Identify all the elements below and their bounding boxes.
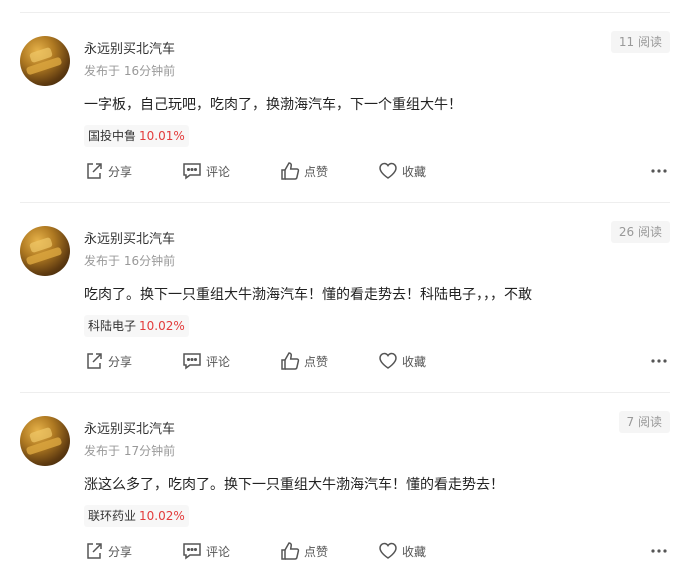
username[interactable]: 永远别买北汽车: [84, 418, 175, 437]
share-icon: [87, 353, 102, 369]
favorite-label: 收藏: [402, 354, 427, 369]
like-label: 点赞: [304, 354, 329, 369]
share-icon: [87, 543, 102, 559]
stock-change: 10.01%: [139, 129, 185, 143]
thumbs-up-icon: [281, 352, 300, 370]
thumbs-up-icon: [281, 162, 300, 180]
stock-tag[interactable]: 国投中鲁 10.01%: [84, 125, 189, 147]
stock-change: 10.02%: [139, 509, 185, 523]
more-options-icon[interactable]: [650, 162, 668, 180]
action-bar: 分享 评论 点赞 收藏: [84, 350, 670, 372]
like-label: 点赞: [304, 164, 329, 179]
comment-label: 评论: [206, 544, 231, 559]
comment-label: 评论: [206, 164, 231, 179]
action-bar: 分享 评论 点赞 收藏: [84, 540, 670, 562]
username[interactable]: 永远别买北汽车: [84, 228, 175, 247]
read-count-badge: 11 阅读: [610, 31, 670, 53]
like-button[interactable]: 点赞: [280, 350, 328, 372]
comment-button[interactable]: 评论: [182, 350, 230, 372]
thumbs-up-icon: [281, 542, 300, 560]
comment-button[interactable]: 评论: [182, 160, 230, 182]
more-options-icon[interactable]: [650, 352, 668, 370]
like-label: 点赞: [304, 544, 329, 559]
heart-icon: [379, 352, 397, 369]
avatar[interactable]: [20, 416, 70, 466]
comment-icon: [183, 353, 201, 370]
post-content[interactable]: 一字板，自己玩吧，吃肉了，换渤海汽车，下一个重组大牛！: [84, 94, 462, 114]
post-time: 发布于 16分钟前: [84, 254, 176, 268]
like-button[interactable]: 点赞: [280, 540, 328, 562]
avatar[interactable]: [20, 36, 70, 86]
stock-tag[interactable]: 联环药业 10.02%: [84, 505, 189, 527]
post-item: 永远别买北汽车 发布于 16分钟前 11 阅读 一字板，自己玩吧，吃肉了，换渤海…: [20, 13, 670, 203]
like-button[interactable]: 点赞: [280, 160, 328, 182]
favorite-button[interactable]: 收藏: [378, 160, 426, 182]
stock-name: 联环药业: [88, 509, 137, 523]
comment-label: 评论: [206, 354, 231, 369]
read-count-badge: 26 阅读: [610, 221, 670, 243]
share-label: 分享: [108, 354, 133, 369]
action-bar: 分享 评论 点赞 收藏: [84, 160, 670, 182]
share-button[interactable]: 分享: [84, 540, 132, 562]
post-time: 发布于 17分钟前: [84, 444, 176, 458]
more-options-icon[interactable]: [650, 542, 668, 560]
favorite-button[interactable]: 收藏: [378, 350, 426, 372]
comment-icon: [183, 163, 201, 180]
avatar[interactable]: [20, 226, 70, 276]
favorite-button[interactable]: 收藏: [378, 540, 426, 562]
stock-change: 10.02%: [139, 319, 185, 333]
heart-icon: [379, 162, 397, 179]
share-label: 分享: [108, 544, 133, 559]
share-icon: [87, 163, 102, 179]
comment-icon: [183, 543, 201, 560]
share-button[interactable]: 分享: [84, 160, 132, 182]
post-item: 永远别买北汽车 发布于 16分钟前 26 阅读 吃肉了。换下一只重组大牛渤海汽车…: [20, 203, 670, 393]
post-item: 永远别买北汽车 发布于 17分钟前 7 阅读 涨这么多了，吃肉了。换下一只重组大…: [20, 393, 670, 583]
share-label: 分享: [108, 164, 133, 179]
favorite-label: 收藏: [402, 544, 427, 559]
share-button[interactable]: 分享: [84, 350, 132, 372]
post-time: 发布于 16分钟前: [84, 64, 176, 78]
stock-name: 科陆电子: [88, 319, 137, 333]
heart-icon: [379, 542, 397, 559]
post-content[interactable]: 涨这么多了，吃肉了。换下一只重组大牛渤海汽车！懂的看走势去！: [84, 474, 504, 494]
stock-tag[interactable]: 科陆电子 10.02%: [84, 315, 189, 337]
comment-button[interactable]: 评论: [182, 540, 230, 562]
stock-name: 国投中鲁: [88, 129, 137, 143]
favorite-label: 收藏: [402, 164, 427, 179]
username[interactable]: 永远别买北汽车: [84, 38, 175, 57]
post-content[interactable]: 吃肉了。换下一只重组大牛渤海汽车！懂的看走势去！科陆电子，，，不敢: [84, 284, 532, 304]
read-count-badge: 7 阅读: [618, 411, 670, 433]
